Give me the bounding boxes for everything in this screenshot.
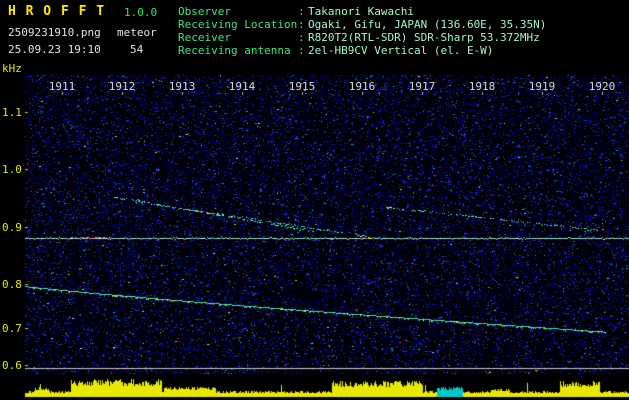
timestamp: 25.09.23 19:10: [8, 43, 101, 56]
info-separator: :: [298, 31, 305, 44]
info-row-location: Receiving Location : Ogaki, Gifu, JAPAN …: [178, 18, 546, 31]
info-value: Ogaki, Gifu, JAPAN (136.60E, 35.35N): [308, 18, 547, 31]
info-label: Receiving Location: [178, 18, 298, 31]
app-title: H R O F F T: [8, 4, 106, 19]
info-value: 2el-HB9CV Vertical (el. E-W): [308, 44, 494, 57]
info-label: Observer: [178, 5, 231, 18]
info-row-receiver: Receiver : R820T2(RTL-SDR) SDR-Sharp 53.…: [178, 31, 540, 44]
info-separator: :: [298, 18, 305, 31]
info-label: Receiver: [178, 31, 231, 44]
info-separator: :: [298, 5, 305, 18]
hrofft-window: H R O F F T 1.0.0 2509231910.png meteor …: [0, 0, 629, 400]
app-version: 1.0.0: [124, 6, 158, 19]
info-label: Receiving antenna: [178, 44, 291, 57]
output-filename: 2509231910.png: [8, 26, 101, 39]
spectrogram-canvas: [0, 0, 629, 400]
info-separator: :: [298, 44, 305, 57]
meteor-count: 54: [130, 43, 144, 56]
mode-label: meteor: [117, 26, 157, 39]
info-row-antenna: Receiving antenna : 2el-HB9CV Vertical (…: [178, 44, 493, 57]
info-value: R820T2(RTL-SDR) SDR-Sharp 53.372MHz: [308, 31, 540, 44]
y-axis-unit-label: kHz: [2, 62, 22, 75]
info-row-observer: Observer : Takanori Kawachi: [178, 5, 414, 18]
info-value: Takanori Kawachi: [308, 5, 414, 18]
